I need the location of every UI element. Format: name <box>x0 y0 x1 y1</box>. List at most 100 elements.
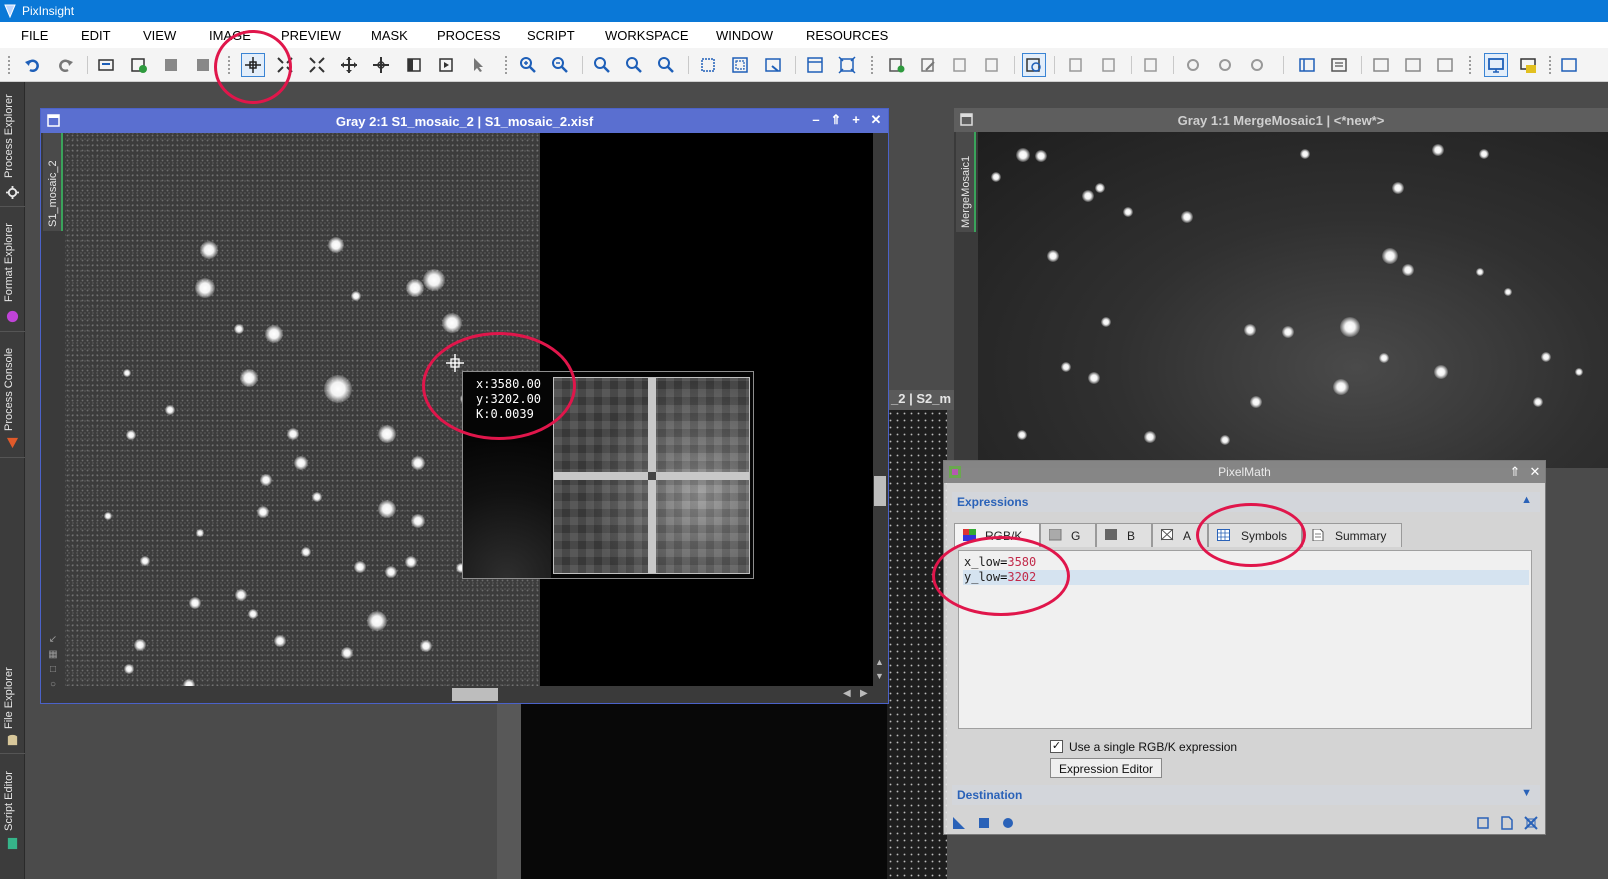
pixelmath-title-bar[interactable]: PixelMath ⇑ ✕ <box>944 461 1545 483</box>
menu-image[interactable]: IMAGE <box>209 28 251 43</box>
remove-mask-icon[interactable] <box>982 55 1002 75</box>
view-corner-controls[interactable]: ↙ ▦ □ ○ <box>46 632 60 694</box>
menu-resources[interactable]: RESOURCES <box>806 28 888 43</box>
edit-mask-icon[interactable] <box>918 55 938 75</box>
sidebar-tab-script-editor[interactable]: Script Editor <box>0 755 25 879</box>
redo-icon[interactable] <box>55 55 75 75</box>
horizontal-scroll-thumb[interactable] <box>452 688 498 701</box>
tab-rgbk[interactable]: RGB/K <box>954 523 1040 547</box>
sidebar-tab-file-explorer[interactable]: File Explorer <box>0 654 25 754</box>
window-title-bar[interactable]: Gray 1:1 MergeMosaic1 | <*new*> <box>954 108 1608 132</box>
preview-mode-icon[interactable] <box>1476 816 1490 830</box>
scroll-down-icon[interactable]: ▼ <box>875 671 884 681</box>
shade-icon[interactable]: ⇑ <box>828 112 844 128</box>
zoom-in-mode-icon[interactable] <box>307 55 327 75</box>
image-window-mergemosaic[interactable]: Gray 1:1 MergeMosaic1 | <*new*> MergeMos… <box>954 108 1608 468</box>
background-window-title[interactable]: _2 | S2_m <box>888 390 958 410</box>
tab-a[interactable]: A <box>1152 523 1208 547</box>
preferences-icon[interactable] <box>1329 55 1349 75</box>
expression-editor-button[interactable]: Expression Editor <box>1050 758 1162 778</box>
menu-view[interactable]: VIEW <box>143 28 176 43</box>
sidebar-tab-process-console[interactable]: Process Console <box>0 333 25 458</box>
maximize-icon[interactable]: + <box>848 112 864 128</box>
close-icon[interactable]: ✕ <box>868 112 884 128</box>
toolbar-grip[interactable] <box>1549 56 1552 74</box>
expression-line[interactable]: x_low=3580 <box>963 555 1529 570</box>
new-mask-icon[interactable] <box>886 55 906 75</box>
fit-window-arrow-icon[interactable] <box>763 55 783 75</box>
zoom-mode-icon[interactable] <box>275 55 295 75</box>
edit-preview-icon[interactable] <box>436 55 456 75</box>
toolbar-grip[interactable] <box>1469 56 1472 74</box>
sidebar-tab-format-explorer[interactable]: Format Explorer <box>0 208 25 332</box>
script-run-icon[interactable] <box>1066 55 1086 75</box>
toolbar-grip[interactable] <box>228 56 231 74</box>
pan-mode-icon[interactable] <box>339 55 359 75</box>
tab-g[interactable]: G <box>1040 523 1096 547</box>
expression-line[interactable]: y_low=3202 <box>963 570 1529 585</box>
tab-b[interactable]: B <box>1096 523 1152 547</box>
apply-icon[interactable] <box>1001 816 1015 830</box>
save-image-icon[interactable] <box>161 55 181 75</box>
fullscreen-icon[interactable] <box>837 55 857 75</box>
documentation-icon[interactable] <box>1500 816 1514 830</box>
vertical-scroll-thumb[interactable] <box>874 476 886 506</box>
window-title-bar[interactable]: Gray 2:1 S1_mosaic_2 | S1_mosaic_2.xisf … <box>41 109 888 133</box>
zoom-to-optimal-icon[interactable] <box>656 55 676 75</box>
minimize-icon[interactable]: – <box>808 112 824 128</box>
view-tab[interactable]: S1_mosaic_2 <box>43 133 63 231</box>
menu-workspace[interactable]: WORKSPACE <box>605 28 689 43</box>
toolbar-grip[interactable] <box>505 56 508 74</box>
show-mask-icon[interactable] <box>1022 53 1046 77</box>
mask-invert-icon[interactable] <box>950 55 970 75</box>
window-tile-icon[interactable] <box>1559 55 1579 75</box>
window-menu-icon[interactable] <box>960 113 973 126</box>
close-icon[interactable]: ✕ <box>1527 464 1543 480</box>
center-mode-icon[interactable] <box>371 55 391 75</box>
toolbar-grip[interactable] <box>8 56 11 74</box>
zoom-fit-icon[interactable] <box>624 55 644 75</box>
monitor-icon[interactable] <box>1484 53 1508 77</box>
shade-icon[interactable]: ⇑ <box>1507 464 1523 480</box>
menu-process[interactable]: PROCESS <box>437 28 501 43</box>
stf-reset-icon[interactable] <box>1435 55 1455 75</box>
new-instance-icon[interactable] <box>952 816 966 830</box>
destination-section-header[interactable]: Destination ▼ <box>952 785 1540 805</box>
apply-global-icon[interactable] <box>977 816 991 830</box>
select-pointer-icon[interactable] <box>468 55 488 75</box>
expressions-section-header[interactable]: Expressions ▲ <box>952 492 1540 512</box>
scroll-right-icon[interactable]: ▶ <box>860 688 868 699</box>
menu-mask[interactable]: MASK <box>371 28 408 43</box>
menu-script[interactable]: SCRIPT <box>527 28 575 43</box>
pixelmath-window[interactable]: PixelMath ⇑ ✕ Expressions ▲ RGB/K G B A … <box>943 460 1546 835</box>
menu-window[interactable]: WINDOW <box>716 28 773 43</box>
expand-down-icon[interactable]: ▼ <box>1521 787 1532 799</box>
process-reset-icon[interactable] <box>1215 55 1235 75</box>
fit-window-icon[interactable] <box>730 55 750 75</box>
toolbar-grip[interactable] <box>871 56 874 74</box>
new-image-icon[interactable] <box>129 55 149 75</box>
zoom-1-1-icon[interactable] <box>592 55 612 75</box>
window-mode-icon[interactable] <box>805 55 825 75</box>
view-tab[interactable]: MergeMosaic1 <box>956 132 976 232</box>
image-properties-icon[interactable] <box>96 55 116 75</box>
single-expression-checkbox[interactable]: ✓ <box>1050 740 1063 753</box>
stf-icon[interactable] <box>1371 55 1391 75</box>
reset-icon[interactable] <box>1524 816 1538 830</box>
vertical-scrollbar[interactable]: ▲ ▼ <box>873 133 887 686</box>
close-image-icon[interactable] <box>193 55 213 75</box>
tab-symbols[interactable]: Symbols <box>1208 523 1302 547</box>
collapse-up-icon[interactable]: ▲ <box>1521 494 1532 506</box>
image-canvas[interactable] <box>978 132 1608 468</box>
undo-icon[interactable] <box>23 55 43 75</box>
zoom-out-icon[interactable] <box>550 55 570 75</box>
new-preview-icon[interactable] <box>404 55 424 75</box>
explorer-window-icon[interactable] <box>1297 55 1317 75</box>
zoom-in-icon[interactable] <box>518 55 538 75</box>
stf-auto-icon[interactable] <box>1403 55 1423 75</box>
readout-mode-icon[interactable] <box>241 53 265 77</box>
fit-view-icon[interactable] <box>698 55 718 75</box>
tab-summary[interactable]: Summary <box>1302 523 1402 547</box>
scroll-left-icon[interactable]: ◀ <box>843 688 851 699</box>
monitor-24bit-icon[interactable] <box>1518 55 1538 75</box>
